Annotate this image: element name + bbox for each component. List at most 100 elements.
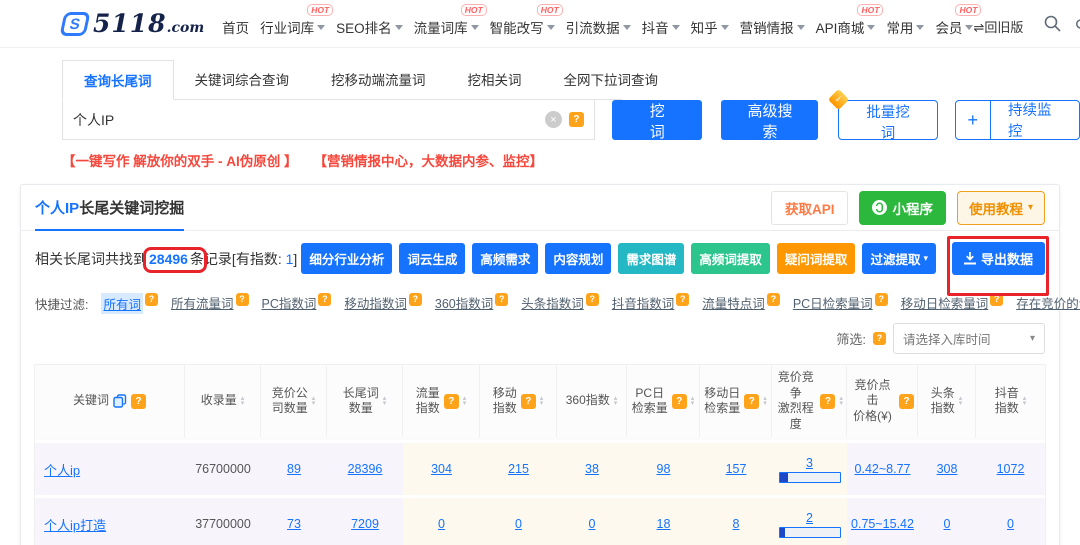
- quick-filter-link[interactable]: 存在竞价的词: [1016, 293, 1080, 312]
- column-header[interactable]: 关键词 ?: [35, 365, 185, 438]
- advanced-search-button[interactable]: 高级搜索: [721, 100, 819, 141]
- pc-daily-search-link[interactable]: 98: [657, 462, 671, 476]
- help-icon[interactable]: ?: [568, 112, 584, 127]
- help-icon[interactable]: ?: [131, 393, 146, 409]
- help-icon[interactable]: ?: [873, 332, 886, 345]
- keyword-search-input[interactable]: [73, 111, 545, 128]
- nav-item[interactable]: 抖音: [642, 11, 680, 37]
- index-360-link[interactable]: 38: [585, 462, 599, 476]
- column-header[interactable]: 移动日 检索量 ? ▴ ▾: [700, 365, 772, 438]
- longtail-count-link[interactable]: 7209: [351, 517, 379, 531]
- mobile-daily-search-link[interactable]: 157: [726, 462, 747, 476]
- sort-icon[interactable]: ▴ ▾: [959, 395, 963, 407]
- action-button[interactable]: 疑问词提取: [776, 243, 856, 274]
- sort-icon[interactable]: ▴ ▾: [463, 395, 467, 407]
- quick-filter-item[interactable]: 移动指数词 ?: [344, 293, 422, 314]
- nav-item[interactable]: 常用: [886, 11, 925, 37]
- mini-program-button[interactable]: 小程序: [859, 190, 946, 225]
- quick-filter-item[interactable]: 360指数词 ?: [435, 293, 509, 314]
- traffic-index-link[interactable]: 304: [431, 462, 452, 476]
- quick-filter-item[interactable]: 存在竞价的词 ?: [1016, 293, 1080, 314]
- nav-item[interactable]: 营销情报: [740, 11, 805, 37]
- action-button[interactable]: 过滤提取 ▾: [862, 243, 936, 274]
- quick-filter-link[interactable]: 移动日检索量词: [901, 293, 989, 312]
- sort-icon[interactable]: ▴ ▾: [383, 395, 387, 407]
- sort-icon[interactable]: ▴ ▾: [1023, 395, 1027, 407]
- column-header[interactable]: 长尾词 数量 ▴ ▾: [327, 365, 403, 438]
- help-icon[interactable]: ?: [520, 393, 536, 409]
- help-icon[interactable]: ?: [744, 393, 760, 409]
- nav-item[interactable]: 知乎: [691, 11, 729, 37]
- nav-item[interactable]: 引流数据: [566, 11, 631, 37]
- action-button[interactable]: 需求图谱: [618, 243, 685, 274]
- cloud-download-icon[interactable]: [1076, 15, 1080, 33]
- nav-item[interactable]: HOT 行业词库: [260, 3, 334, 37]
- mobile-index-link[interactable]: 215: [508, 462, 529, 476]
- search-tab[interactable]: 查询长尾词: [62, 60, 174, 100]
- continuous-monitor-button[interactable]: 持续监控: [991, 101, 1079, 139]
- help-icon[interactable]: ?: [820, 393, 836, 409]
- help-icon[interactable]: ?: [235, 293, 249, 306]
- help-icon[interactable]: ?: [766, 293, 780, 306]
- bid-intensity-link[interactable]: 3: [806, 456, 813, 470]
- export-data-button[interactable]: 导出数据: [951, 242, 1045, 275]
- search-icon[interactable]: [1043, 14, 1062, 33]
- sort-icon[interactable]: ▴ ▾: [312, 395, 316, 407]
- nav-item[interactable]: HOT 智能改写: [490, 3, 563, 37]
- sort-icon[interactable]: ▴ ▾: [691, 395, 695, 407]
- action-button[interactable]: 高频需求: [472, 243, 539, 274]
- help-icon[interactable]: ?: [318, 293, 332, 306]
- quick-filter-link[interactable]: 所有词: [101, 293, 143, 314]
- batch-dig-button[interactable]: ✓ 批量挖词: [828, 88, 938, 142]
- toutiao-index-link[interactable]: 0: [944, 517, 951, 531]
- mobile-daily-search-link[interactable]: 8: [733, 517, 740, 531]
- action-button[interactable]: 内容规划: [545, 243, 612, 274]
- column-header[interactable]: 头条 指数 ▴ ▾: [918, 365, 976, 438]
- result-count-link[interactable]: 28496: [149, 251, 188, 267]
- sort-icon[interactable]: ▴ ▾: [763, 395, 767, 407]
- action-button[interactable]: 细分行业分析: [301, 243, 393, 274]
- keyword-link[interactable]: 个人ip打造: [44, 515, 106, 534]
- help-icon[interactable]: ?: [145, 293, 158, 306]
- quick-filter-item[interactable]: 头条指数词 ?: [521, 293, 599, 314]
- search-tab[interactable]: 挖移动端流量词: [310, 60, 447, 99]
- dig-words-button[interactable]: 挖词: [611, 100, 703, 141]
- bid-companies-link[interactable]: 73: [287, 517, 301, 531]
- bid-companies-link[interactable]: 89: [287, 462, 301, 476]
- quick-filter-link[interactable]: 360指数词: [435, 293, 493, 312]
- quick-filter-link[interactable]: 抖音指数词: [612, 293, 675, 312]
- keyword-link[interactable]: 个人ip: [44, 460, 80, 479]
- nav-item[interactable]: HOT 会员: [935, 3, 982, 37]
- sort-icon[interactable]: ▴ ▾: [839, 395, 843, 407]
- help-icon[interactable]: ?: [408, 293, 422, 306]
- quick-filter-link[interactable]: 头条指数词: [521, 293, 584, 312]
- column-header[interactable]: 竞价公 司数量 ▴ ▾: [261, 365, 327, 438]
- tutorial-button[interactable]: 使用教程 ▾: [956, 190, 1045, 225]
- column-header[interactable]: 竞价点击 价格(¥) ?: [847, 365, 918, 438]
- sort-icon[interactable]: ▴ ▾: [614, 395, 618, 407]
- action-button[interactable]: 词云生成: [399, 243, 466, 274]
- quick-filter-item[interactable]: PC日检索量词 ?: [793, 293, 888, 314]
- sort-icon[interactable]: ▴ ▾: [241, 395, 245, 407]
- nav-item[interactable]: 首页: [222, 11, 249, 37]
- quick-filter-item[interactable]: 所有流量词 ?: [171, 293, 249, 314]
- help-icon[interactable]: ?: [990, 293, 1004, 306]
- quick-filter-link[interactable]: 流量特点词: [702, 293, 765, 312]
- promo-link-marketing-intel[interactable]: 【营销情报中心，大数据内参、监控】: [314, 150, 544, 170]
- get-api-button[interactable]: 获取API: [770, 190, 849, 225]
- search-tab[interactable]: 全网下拉词查询: [543, 60, 680, 99]
- bid-price-link[interactable]: 0.75~15.42: [851, 517, 914, 531]
- douyin-index-link[interactable]: 1072: [997, 462, 1025, 476]
- quick-filter-link[interactable]: 所有流量词: [171, 293, 234, 312]
- index-360-link[interactable]: 0: [589, 517, 596, 531]
- copy-icon[interactable]: [113, 394, 127, 408]
- back-to-old-version-link[interactable]: ⇌回旧版: [973, 11, 1023, 36]
- column-header[interactable]: 抖音 指数 ▴ ▾: [976, 365, 1045, 437]
- quick-filter-item[interactable]: 抖音指数词 ?: [612, 293, 690, 314]
- promo-link-ai-writing[interactable]: 【一键写作 解放你的双手 - AI伪原创 】: [62, 150, 298, 170]
- help-icon[interactable]: ?: [443, 393, 459, 409]
- help-icon[interactable]: ?: [585, 293, 599, 306]
- help-icon[interactable]: ?: [676, 293, 690, 306]
- site-logo[interactable]: S 5118 .com: [59, 9, 204, 38]
- help-icon[interactable]: ?: [899, 393, 914, 409]
